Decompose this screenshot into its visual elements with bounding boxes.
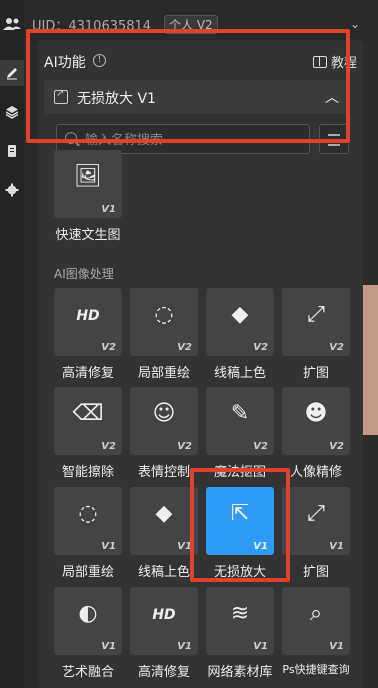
feature-dropdown[interactable]: 无损放大 V1 ︿	[44, 80, 349, 114]
tool-label: 快速文生图	[55, 228, 121, 243]
tool-label: 网络素材库	[207, 665, 273, 680]
paint-bucket-icon: ◆	[155, 501, 173, 526]
account-badge[interactable]: 个人 V2	[164, 15, 218, 34]
version-badge: V2	[329, 441, 344, 452]
tool-label: 线稿上色	[137, 565, 190, 580]
layers-button[interactable]	[0, 99, 24, 125]
tutorial-link[interactable]: 教程	[312, 52, 357, 71]
users-icon	[3, 18, 21, 30]
tool-expression-control[interactable]: ☺ V2	[130, 387, 198, 455]
edit-pen-button[interactable]	[0, 60, 24, 86]
upscale-icon: ⇱	[230, 501, 250, 526]
brush-circle-icon: ◌	[78, 501, 98, 526]
chevron-down-icon[interactable]: ⌄	[350, 17, 360, 31]
gear-icon	[5, 183, 19, 197]
tool-art-fusion[interactable]: ◐ V1	[54, 587, 122, 655]
tool-expand[interactable]: ⤢ V2	[282, 288, 350, 356]
tool-label: 扩图	[302, 565, 329, 580]
tool-lineart-color-v1[interactable]: ◆ V1	[130, 487, 198, 555]
version-badge: V1	[329, 641, 344, 652]
paint-bucket-icon: ◆	[231, 302, 249, 327]
version-badge: V1	[329, 541, 344, 552]
upscale-icon	[54, 88, 68, 104]
document-button[interactable]	[0, 138, 24, 164]
list-icon	[328, 134, 340, 136]
tool-label: 高清修复	[137, 665, 190, 680]
search-icon	[65, 132, 77, 144]
chevron-up-icon: ︿	[325, 90, 339, 106]
info-icon[interactable]: !	[93, 54, 106, 67]
tool-label: 局部重绘	[137, 366, 190, 381]
version-badge: V2	[177, 441, 192, 452]
tool-label: 表情控制	[137, 465, 190, 480]
tool-local-redraw[interactable]: ◌ V2	[130, 288, 198, 356]
uid-text: UID：4310635814	[32, 19, 152, 34]
section-label: AI图像处理	[54, 267, 114, 281]
version-badge: V1	[101, 641, 116, 652]
fusion-icon: ◐	[78, 601, 98, 626]
tool-hd-repair-v1[interactable]: HD V1	[130, 587, 198, 655]
version-badge: V2	[329, 342, 344, 353]
tool-label: 无损放大	[213, 565, 266, 580]
tool-label: 人像精修	[289, 465, 342, 480]
version-badge: V1	[253, 541, 268, 552]
tool-magic-cutout[interactable]: ✎ V2	[206, 387, 274, 455]
top-bar: UID：4310635814 个人 V2 ⌄	[3, 0, 378, 44]
tool-lineart-color[interactable]: ◆ V2	[206, 288, 274, 356]
version-badge: V1	[177, 541, 192, 552]
tool-expand-v1[interactable]: ⤢ V1	[282, 487, 350, 555]
version-badge: V1	[101, 204, 116, 215]
book-icon	[312, 56, 327, 68]
smile-icon: ☺	[152, 401, 176, 426]
settings-button[interactable]	[0, 177, 24, 203]
layers-icon: ≋	[230, 601, 250, 626]
tool-label: 高清修复	[61, 366, 114, 381]
shortcut-search-icon: ⌕	[309, 601, 323, 626]
version-badge: V2	[101, 441, 116, 452]
hd-icon: HD	[76, 308, 100, 324]
tool-label: 魔法抠图	[213, 465, 266, 480]
expand-icon: ⤢	[307, 501, 325, 526]
tool-lossless-upscale[interactable]: ⇱ V1	[206, 487, 274, 555]
expand-icon: ⤢	[307, 302, 325, 327]
hd-icon: HD	[152, 607, 176, 623]
tool-ps-shortcut-lookup[interactable]: ⌕ V1	[282, 587, 350, 655]
image-text-icon: 🖼	[74, 164, 102, 189]
layers-icon	[5, 106, 19, 119]
side-rail	[0, 0, 24, 688]
tool-quick-text-to-image[interactable]: 🖼 V1	[54, 150, 122, 218]
tool-hd-repair[interactable]: HD V2	[54, 288, 122, 356]
brush-circle-icon: ◌	[154, 302, 174, 327]
eraser-icon: ⌫	[72, 401, 104, 426]
version-badge: V2	[101, 342, 116, 353]
tool-label: 局部重绘	[61, 565, 114, 580]
list-view-button[interactable]	[319, 124, 349, 154]
tool-label: 线稿上色	[213, 366, 266, 381]
head-icon: ☻	[304, 401, 328, 426]
tool-label: 智能擦除	[61, 465, 114, 480]
tool-web-material-library[interactable]: ≋ V1	[206, 587, 274, 655]
dropdown-label: 无损放大 V1	[77, 91, 156, 107]
version-badge: V1	[101, 541, 116, 552]
version-badge: V2	[253, 441, 268, 452]
tool-portrait-refine[interactable]: ☻ V2	[282, 387, 350, 455]
version-badge: V1	[253, 641, 268, 652]
tool-label: 艺术融合	[61, 665, 114, 680]
tutorial-label: 教程	[330, 56, 357, 71]
version-badge: V1	[177, 641, 192, 652]
magic-wand-icon: ✎	[230, 401, 250, 426]
tool-label: 扩图	[302, 366, 329, 381]
panel-header: AI功能 ! 教程	[38, 40, 363, 80]
version-badge: V2	[253, 342, 268, 353]
tool-label: Ps快捷键查询	[282, 663, 350, 676]
pen-icon	[7, 68, 17, 80]
tool-local-redraw-v1[interactable]: ◌ V1	[54, 487, 122, 555]
tool-smart-erase[interactable]: ⌫ V2	[54, 387, 122, 455]
app-root: UID：4310635814 个人 V2 ⌄ AI功能 ! 教程 无损放大 V1…	[0, 0, 378, 688]
version-badge: V2	[177, 342, 192, 353]
document-icon	[8, 145, 16, 157]
search-input[interactable]	[85, 130, 305, 150]
panel-title: AI功能	[44, 55, 86, 71]
